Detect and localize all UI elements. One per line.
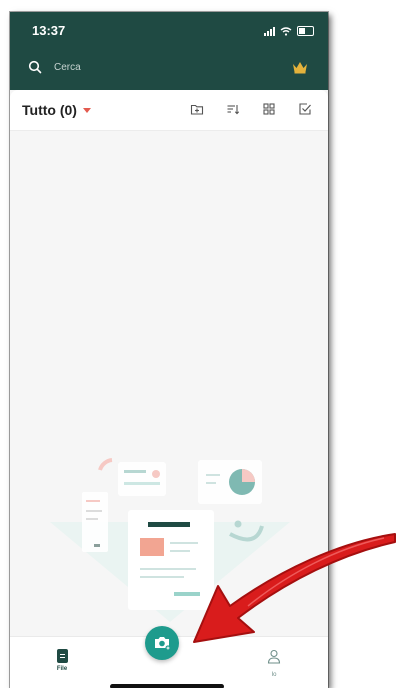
filter-dropdown[interactable]: Tutto (0) (22, 102, 91, 118)
file-toolbar: Tutto (0) (10, 90, 328, 131)
grid-view-icon[interactable] (262, 102, 276, 116)
status-icons (264, 25, 314, 37)
nav-io-label: Io (271, 672, 277, 678)
home-indicator (110, 684, 224, 688)
wifi-icon (280, 26, 292, 36)
nav-file-label: File (56, 666, 68, 672)
app-header: 13:37 Cerca (10, 12, 328, 90)
search-bar[interactable]: Cerca (10, 54, 328, 84)
battery-icon (297, 26, 314, 36)
search-icon (28, 60, 42, 74)
status-bar: 13:37 (10, 12, 328, 50)
new-folder-icon[interactable] (190, 102, 204, 116)
nav-item-file[interactable]: File (50, 649, 74, 672)
search-input[interactable]: Cerca (54, 62, 81, 73)
red-arrow-annotation (193, 533, 396, 643)
signal-icon (264, 26, 275, 36)
chevron-down-icon (82, 107, 91, 113)
sort-icon[interactable] (226, 102, 240, 116)
filter-label: Tutto (0) (22, 102, 77, 118)
status-time: 13:37 (32, 23, 66, 38)
crown-icon[interactable] (292, 60, 308, 74)
file-icon (56, 649, 68, 663)
select-icon[interactable] (298, 102, 312, 116)
